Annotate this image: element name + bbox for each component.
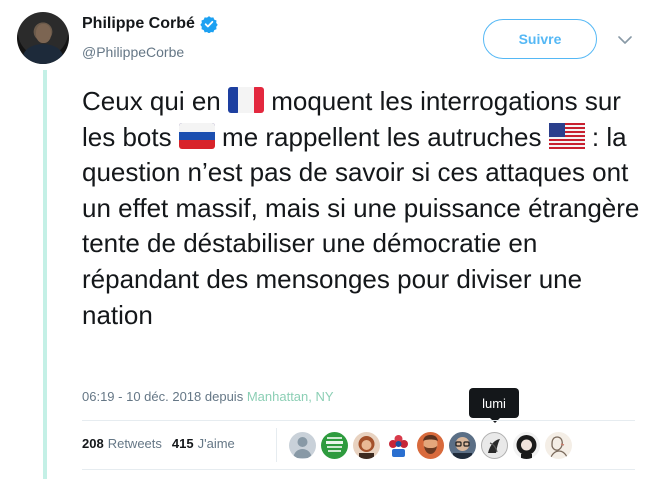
retweets-count: 208: [82, 436, 104, 451]
tweet-text-segment: : la question n’est pas de savoir si ces…: [82, 121, 640, 330]
author-handle[interactable]: @PhilippeCorbe: [82, 44, 184, 60]
france-flag-icon: [227, 87, 264, 113]
liker-avatar-dark-hair-woman[interactable]: [513, 432, 540, 459]
russia-flag-icon: [178, 122, 215, 149]
liker-avatar-keep-calm[interactable]: [321, 432, 348, 459]
retweets-label: Retweets: [107, 436, 162, 451]
tooltip: lumi: [469, 388, 519, 418]
liker-avatar-woman[interactable]: [353, 432, 380, 459]
retweets-stat[interactable]: 208 Retweets: [82, 436, 162, 451]
likes-stat[interactable]: 415 J'aime: [172, 436, 235, 451]
via-label: depuis: [204, 389, 244, 404]
liker-avatar-flower[interactable]: [385, 432, 412, 459]
follow-button[interactable]: Suivre: [483, 19, 597, 59]
likes-count: 415: [171, 436, 194, 451]
tweet-timestamp[interactable]: 06:19 - 10 déc. 2018: [82, 389, 201, 404]
tweet-text-segment: Ceux qui en: [82, 86, 228, 116]
divider-top: [82, 420, 635, 421]
tweet-stats: 208 Retweets 415 J'aime: [82, 436, 245, 451]
divider-bottom: [82, 469, 635, 470]
liker-avatar-glasses-man[interactable]: [449, 432, 476, 459]
tweet-text-segment: me rappellent les autruches: [214, 121, 549, 152]
thread-line: [43, 70, 47, 479]
author-avatar[interactable]: [17, 12, 69, 64]
location-link[interactable]: Manhattan, NY: [247, 389, 334, 404]
author-display-name[interactable]: Philippe Corbé: [82, 15, 195, 33]
avatar-shoulders: [23, 44, 63, 64]
stats-separator: [276, 428, 277, 462]
likers-avatars: [289, 432, 577, 459]
tweet-meta: 06:19 - 10 déc. 2018 depuis Manhattan, N…: [82, 389, 334, 404]
chevron-down-icon[interactable]: [618, 35, 632, 45]
liker-avatar-bearded-man[interactable]: [417, 432, 444, 459]
usa-flag-icon: [548, 122, 585, 149]
liker-avatar-sketch[interactable]: [545, 432, 572, 459]
author-name-row[interactable]: Philippe Corbé: [82, 15, 218, 33]
avatar-face: [36, 24, 51, 43]
liker-avatar-default[interactable]: [289, 432, 316, 459]
liker-avatar-lumi[interactable]: [481, 432, 508, 459]
tweet-text: Ceux qui en moquent les interrogations s…: [82, 84, 647, 333]
likes-label: J'aime: [197, 436, 235, 451]
verified-badge-icon: [200, 16, 218, 33]
